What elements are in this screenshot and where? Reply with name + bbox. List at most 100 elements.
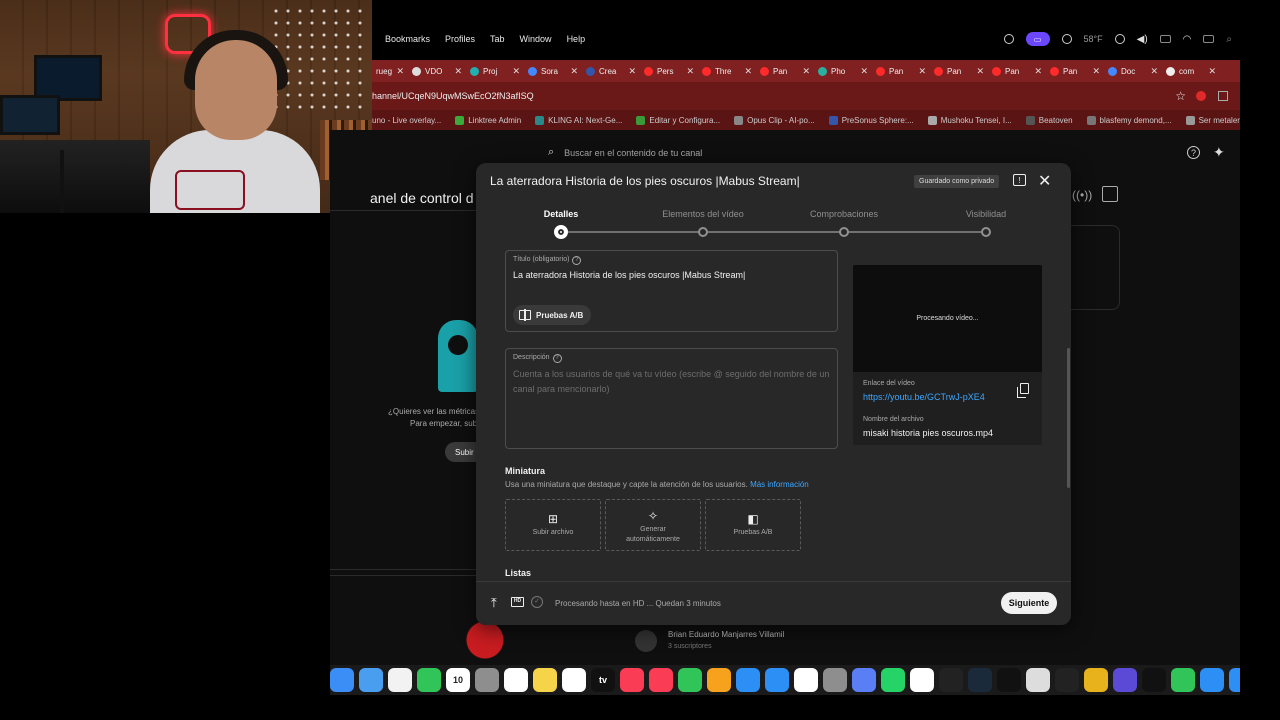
url-text[interactable]: hannel/UCqeN9UqwMSwEcO2fN3afISQ: [372, 91, 534, 101]
scrollbar[interactable]: [1067, 348, 1070, 488]
help-icon[interactable]: ?: [552, 354, 562, 363]
weather-icon[interactable]: [1061, 34, 1072, 44]
close-tab-icon[interactable]: ✕: [570, 66, 578, 77]
browser-tab[interactable]: Pan ✕: [872, 60, 930, 82]
status-icon[interactable]: [1003, 34, 1014, 44]
dock-app-icon[interactable]: [707, 668, 731, 692]
dock-app-icon[interactable]: [388, 668, 412, 692]
learn-more-link[interactable]: Más información: [750, 480, 809, 489]
browser-tab[interactable]: Doc ✕: [1104, 60, 1162, 82]
close-tab-icon[interactable]: ✕: [860, 66, 868, 77]
bookmark-item[interactable]: Beatoven: [1025, 115, 1073, 125]
video-link[interactable]: https://youtu.be/GCTrwJ-pXE4: [863, 392, 985, 402]
dock-app-icon[interactable]: [1142, 668, 1166, 692]
bookmark-item[interactable]: Opus Clip - AI-po...: [734, 115, 815, 125]
create-icon[interactable]: [1102, 186, 1118, 202]
subscriber-avatar[interactable]: [635, 630, 657, 652]
close-tab-icon[interactable]: ✕: [1034, 66, 1042, 77]
menu-bookmarks[interactable]: Bookmarks: [385, 34, 430, 44]
step-checks[interactable]: Comprobaciones: [810, 209, 878, 219]
dock-app-icon[interactable]: [1113, 668, 1137, 692]
browser-tab[interactable]: Pan ✕: [1046, 60, 1104, 82]
bookmark-item[interactable]: Linktree Admin: [455, 115, 521, 125]
dock-app-icon[interactable]: [794, 668, 818, 692]
browser-tab[interactable]: rueg ✕: [372, 60, 408, 82]
dock-app-icon[interactable]: [881, 668, 905, 692]
dock-app-icon[interactable]: [997, 668, 1021, 692]
dock-app-icon[interactable]: tv: [591, 668, 615, 692]
dock-app-icon[interactable]: [620, 668, 644, 692]
browser-tab[interactable]: Sora ✕: [524, 60, 582, 82]
bookmark-item[interactable]: Ser metalero es bu: [1185, 115, 1240, 125]
browser-tab[interactable]: Thre ✕: [698, 60, 756, 82]
bookmark-item[interactable]: Editar y Configura...: [636, 115, 720, 125]
close-tab-icon[interactable]: ✕: [1092, 66, 1100, 77]
browser-tab[interactable]: Pan ✕: [988, 60, 1046, 82]
menu-tab[interactable]: Tab: [490, 34, 505, 44]
close-tab-icon[interactable]: ✕: [1208, 66, 1216, 77]
help-icon[interactable]: ?: [1187, 146, 1200, 159]
dock-app-icon[interactable]: [533, 668, 557, 692]
dock-app-icon[interactable]: [649, 668, 673, 692]
copy-icon[interactable]: [1017, 383, 1029, 398]
bookmark-item[interactable]: uno - Live overlay...: [372, 116, 441, 125]
step-visibility[interactable]: Visibilidad: [966, 209, 1006, 219]
browser-tab[interactable]: Pers ✕: [640, 60, 698, 82]
description-placeholder[interactable]: Cuenta a los usuarios de qué va tu vídeo…: [513, 367, 831, 397]
upload-thumbnail-button[interactable]: ⊞ Subir archivo: [505, 499, 601, 551]
extensions-puzzle-icon[interactable]: [1218, 91, 1228, 101]
bookmark-star-icon[interactable]: ☆: [1175, 89, 1186, 103]
browser-tab[interactable]: Crea ✕: [582, 60, 640, 82]
close-tab-icon[interactable]: ✕: [686, 66, 694, 77]
close-tab-icon[interactable]: ✕: [976, 66, 984, 77]
dock-app-icon[interactable]: [1200, 668, 1224, 692]
next-button[interactable]: Siguiente: [1001, 592, 1057, 614]
menu-profiles[interactable]: Profiles: [445, 34, 475, 44]
address-bar[interactable]: hannel/UCqeN9UqwMSwEcO2fN3afISQ ☆: [372, 82, 1240, 110]
display-icon[interactable]: [1159, 35, 1171, 43]
dock-app-icon[interactable]: [852, 668, 876, 692]
auto-generate-thumbnail-button[interactable]: ✧ Generar automáticamente: [605, 499, 701, 551]
dock-app-icon[interactable]: [823, 668, 847, 692]
browser-tab[interactable]: Pho ✕: [814, 60, 872, 82]
dock-app-icon[interactable]: [765, 668, 789, 692]
close-tab-icon[interactable]: ✕: [918, 66, 926, 77]
dock-app-icon[interactable]: 10: [446, 668, 470, 692]
play-icon[interactable]: [1114, 34, 1125, 44]
browser-tab[interactable]: VDO ✕: [408, 60, 466, 82]
menu-help[interactable]: Help: [567, 34, 586, 44]
dock-app-icon[interactable]: [1055, 668, 1079, 692]
browser-tab[interactable]: Pan ✕: [930, 60, 988, 82]
title-field[interactable]: Título (obligatorio)? La aterradora Hist…: [505, 250, 838, 332]
channel-search[interactable]: ⌕ Buscar en el contenido de tu canal: [540, 142, 1010, 164]
dock-app-icon[interactable]: [562, 668, 586, 692]
volume-icon[interactable]: ◀): [1137, 34, 1148, 45]
title-input[interactable]: La aterradora Historia de los pies oscur…: [513, 270, 745, 280]
browser-tab[interactable]: com ✕: [1162, 60, 1220, 82]
dock-app-icon[interactable]: [910, 668, 934, 692]
dock-app-icon[interactable]: [1026, 668, 1050, 692]
dock-app-icon[interactable]: [1229, 668, 1240, 692]
subscriber-name[interactable]: Brian Eduardo Manjarres Villamil: [668, 630, 784, 639]
close-tab-icon[interactable]: ✕: [802, 66, 810, 77]
bookmark-item[interactable]: KLING AI: Next-Ge...: [535, 115, 622, 125]
dock-app-icon[interactable]: [1171, 668, 1195, 692]
dock-app-icon[interactable]: [1084, 668, 1108, 692]
live-icon[interactable]: ((•)): [1072, 188, 1092, 202]
close-tab-icon[interactable]: ✕: [628, 66, 636, 77]
menu-window[interactable]: Window: [520, 34, 552, 44]
ab-test-thumbnail-button[interactable]: ◧ Pruebas A/B: [705, 499, 801, 551]
close-tab-icon[interactable]: ✕: [396, 66, 404, 77]
step-dot-details[interactable]: [554, 225, 568, 239]
step-dot-visibility[interactable]: [981, 227, 991, 237]
dock-app-icon[interactable]: [417, 668, 441, 692]
wifi-icon[interactable]: ◠: [1183, 34, 1192, 45]
dock-app-icon[interactable]: [968, 668, 992, 692]
dock-app-icon[interactable]: [939, 668, 963, 692]
feedback-icon[interactable]: !: [1013, 174, 1026, 186]
dock-app-icon[interactable]: [359, 668, 383, 692]
dock-app-icon[interactable]: [678, 668, 702, 692]
close-tab-icon[interactable]: ✕: [1150, 66, 1158, 77]
step-video-elements[interactable]: Elementos del vídeo: [662, 209, 744, 219]
spotlight-icon[interactable]: ⌕: [1226, 34, 1232, 45]
